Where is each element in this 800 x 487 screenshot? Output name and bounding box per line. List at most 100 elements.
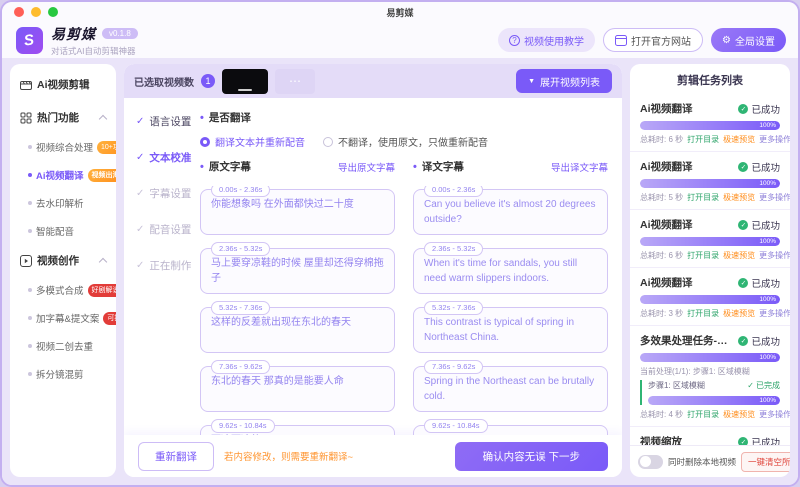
confirm-next-step-button[interactable]: 确认内容无误 下一步 [454, 441, 608, 471]
source-subtitle-cell[interactable]: 0.00s - 2.36s 你能想象吗 在外面都快过二十度 [200, 186, 395, 235]
open-directory-link[interactable]: 打开目录 [687, 192, 719, 203]
task-name: Ai视频翻译 [640, 219, 693, 231]
quick-preview-link[interactable]: 极速预览 [723, 409, 755, 420]
browser-icon [615, 34, 628, 46]
retranslate-button[interactable]: 重新翻译 [138, 441, 214, 471]
check-icon: ✓ [136, 224, 145, 235]
video-thumbnail[interactable] [222, 68, 268, 94]
sidebar-section-video-creation[interactable]: 视频创作 [18, 245, 108, 276]
progress-value: 100% [640, 237, 780, 246]
retranslate-notice: 若内容修改，则需要重新翻译~ [224, 452, 354, 463]
progress-value: 100% [640, 121, 780, 130]
task-panel-title: 剪辑任务列表 [677, 75, 743, 87]
source-subtitle-cell[interactable]: 9.62s - 10.84s死冷死冷的 [200, 419, 395, 435]
target-subtitle-cell[interactable]: 9.62s - 10.84sIt's freezing cold! [413, 419, 608, 435]
task-status: ✓ 已成功 [738, 160, 780, 174]
target-subtitle-header: • 译文字幕 导出译文字幕 [413, 160, 608, 174]
sidebar-item-watermark-removal[interactable]: 去水印解析 [18, 189, 108, 217]
sidebar-item-video-processing[interactable]: 视频综合处理 10+功能 [18, 133, 116, 161]
target-subtitle-cell[interactable]: 0.00s - 2.36s Can you believe it's almost… [413, 186, 608, 235]
more-actions-link[interactable]: 更多操作∨ [759, 308, 790, 319]
sidebar-item-shot-split-remix[interactable]: 拆分镜混剪 [18, 360, 108, 388]
source-subtitle-cell[interactable]: 2.36s - 5.32s 马上要穿凉鞋的时候 屋里却还得穿棉拖子 [200, 242, 395, 294]
subtitle-list[interactable]: 0.00s - 2.36s 你能想象吗 在外面都快过二十度 0.00s - 2.3… [200, 186, 608, 435]
success-check-icon: ✓ [738, 436, 749, 445]
sub-step-name: 步骤1: 区域模糊 [648, 381, 705, 390]
clear-all-tasks-button[interactable]: 一键清空所有任务 [741, 451, 790, 472]
open-directory-link[interactable]: 打开目录 [687, 250, 719, 261]
quick-preview-link[interactable]: 极速预览 [723, 134, 755, 145]
target-subtitle-cell[interactable]: 2.36s - 5.32s When it's time for sandals,… [413, 242, 608, 294]
progress-value: 100% [640, 353, 780, 362]
gear-icon: ⚙ [722, 34, 731, 46]
sub-step: 步骤1: 区域模糊 ✓ 已完成 100% [640, 380, 780, 405]
app-header: S 易剪媒 v0.1.8 对话式AI自动剪辑神器 ? 视频使用教学 打开官方网站… [2, 22, 798, 58]
sidebar-item-smart-dubbing[interactable]: 智能配音 [18, 217, 108, 245]
bullet-dot [28, 288, 32, 292]
quick-preview-link[interactable]: 极速预览 [723, 192, 755, 203]
sidebar-item-multi-mode-composition[interactable]: 多模式合成 好剧解说 [18, 276, 116, 304]
step-list: ✓ 语言设置 ✓ 文本校准 ✓ 字幕设置 ✓ 配音设置 ✓ 正在制作 [124, 98, 198, 435]
bullet-dot [28, 173, 32, 177]
titlebar: 易剪媒 [2, 2, 798, 22]
bullet-dot [28, 229, 32, 233]
open-directory-link[interactable]: 打开目录 [687, 134, 719, 145]
chevron-up-icon [98, 114, 108, 124]
bullet-icon: • [200, 111, 204, 124]
more-actions-link[interactable]: 更多操作∨ [759, 409, 790, 420]
grid-icon [20, 112, 32, 123]
task-status: ✓ 已成功 [738, 276, 780, 290]
radio-no-translate[interactable]: 不翻译，使用原文，只做重新配音 [323, 134, 488, 149]
sub-step-status: ✓ 已完成 [747, 381, 780, 390]
feature-badge: 10+功能 [97, 140, 116, 154]
target-subtitle-cell[interactable]: 7.36s - 9.62s Spring in the Northeast can… [413, 360, 608, 412]
step-producing[interactable]: ✓ 正在制作 [136, 258, 194, 273]
more-actions-link[interactable]: 更多操作∨ [759, 192, 790, 203]
open-directory-link[interactable]: 打开目录 [687, 308, 719, 319]
chevron-up-icon [98, 257, 108, 267]
source-subtitle-cell[interactable]: 7.36s - 9.62s 东北的春天 那真的是能要人命 [200, 360, 395, 412]
sidebar-section-hot-features[interactable]: 热门功能 [18, 102, 108, 133]
sidebar-item-video-dedup[interactable]: 视频二创去重 [18, 332, 108, 360]
global-settings-button[interactable]: ⚙ 全局设置 [711, 28, 786, 52]
time-range-badge: 7.36s - 9.62s [424, 360, 484, 374]
quick-preview-link[interactable]: 极速预览 [723, 308, 755, 319]
success-check-icon: ✓ [738, 161, 749, 172]
time-range-badge: 7.36s - 9.62s [211, 360, 271, 374]
step-text-proofread[interactable]: ✓ 文本校准 [136, 150, 194, 165]
open-directory-link[interactable]: 打开目录 [687, 409, 719, 420]
delete-local-video-toggle[interactable] [638, 454, 663, 469]
sidebar-item-add-subtitles[interactable]: 加字幕&提文案 可批量 [18, 304, 116, 332]
main-footer: 重新翻译 若内容修改，则需要重新翻译~ 确认内容无误 下一步 [124, 435, 622, 477]
radio-translate-and-redub[interactable]: 翻译文本并重新配音 [200, 134, 305, 149]
bullet-dot [28, 201, 32, 205]
quick-preview-link[interactable]: 极速预览 [723, 250, 755, 261]
source-subtitle-cell[interactable]: 5.32s - 7.36s 这样的反差就出现在东北的春天 [200, 301, 395, 353]
more-actions-link[interactable]: 更多操作∨ [759, 134, 790, 145]
sub-progress-value: 100% [648, 396, 780, 405]
sidebar-item-ai-video-edit[interactable]: Ai视频剪辑 [18, 74, 108, 102]
task-status: ✓ 已成功 [738, 218, 780, 232]
task-card: Ai视频翻译 ✓已成功 100% 总耗时: 3 秒 打开目录极速预览更多操作∨ [630, 268, 790, 326]
progress-value: 100% [640, 295, 780, 304]
clapperboard-icon [20, 80, 32, 90]
step-subtitle-settings[interactable]: ✓ 字幕设置 [136, 186, 194, 201]
task-status: ✓ 已成功 [738, 102, 780, 116]
task-list[interactable]: Ai视频翻译 ✓已成功 100% 总耗时: 6 秒 打开目录极速预览更多操作∨ … [630, 94, 790, 445]
task-name: Ai视频翻译 [640, 161, 693, 173]
more-videos-indicator[interactable]: ⋯ [275, 68, 315, 94]
step-dubbing-settings[interactable]: ✓ 配音设置 [136, 222, 194, 237]
target-subtitle-cell[interactable]: 5.32s - 7.36s This contrast is typical of… [413, 301, 608, 353]
task-name: 视频缩放 [640, 436, 682, 445]
tutorial-button[interactable]: ? 视频使用教学 [498, 28, 596, 52]
export-source-link[interactable]: 导出原文字幕 [338, 160, 395, 174]
official-website-button[interactable]: 打开官方网站 [603, 28, 704, 52]
task-duration: 总耗时: 3 秒 [640, 309, 684, 318]
expand-video-list-button[interactable]: ▼ 展开视频列表 [516, 69, 612, 93]
more-actions-link[interactable]: 更多操作∨ [759, 250, 790, 261]
step-language-settings[interactable]: ✓ 语言设置 [136, 114, 194, 129]
time-range-badge: 0.00s - 2.36s [424, 186, 484, 197]
sidebar-item-ai-video-translate[interactable]: Ai视频翻译 视频出海 [18, 161, 116, 189]
export-target-link[interactable]: 导出译文字幕 [551, 160, 608, 174]
play-square-icon [20, 254, 32, 267]
